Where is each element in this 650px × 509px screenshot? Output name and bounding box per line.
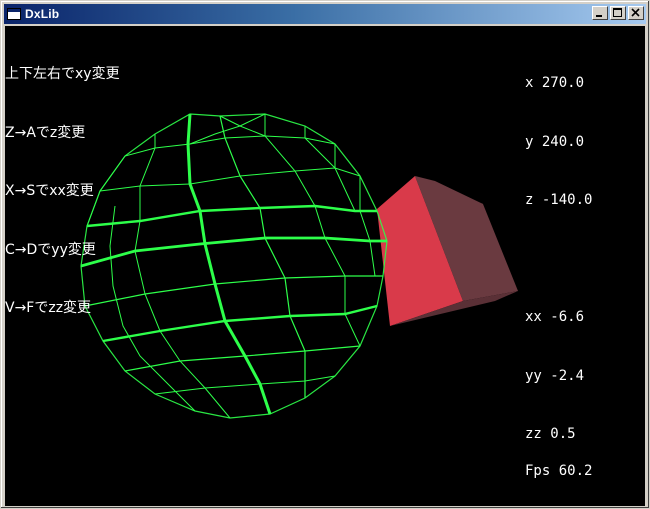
maximize-icon xyxy=(613,8,622,17)
maximize-button[interactable] xyxy=(610,6,626,20)
red-cube xyxy=(377,176,518,326)
app-icon xyxy=(7,8,21,20)
app-window: DxLib 上下左右でxy変更 Z→Aでz変更 X→Sでxx変更 C→Dでyy変… xyxy=(0,0,650,509)
title-bar[interactable]: DxLib xyxy=(4,4,646,24)
render-canvas[interactable]: 上下左右でxy変更 Z→Aでz変更 X→Sでxx変更 C→Dでyy変更 V→Fで… xyxy=(5,26,645,506)
minimize-button[interactable] xyxy=(592,6,608,20)
readout-y: y 240.0 xyxy=(525,133,585,150)
readout-x: x 270.0 xyxy=(525,75,585,91)
readout-yy: yy -2.4 xyxy=(525,367,585,384)
readout-spacer xyxy=(525,250,592,270)
readout-zz: zz 0.5 xyxy=(525,426,576,442)
minimize-icon xyxy=(596,15,602,17)
readout-xx: xx -6.6 xyxy=(525,309,585,325)
help-text: 上下左右でxy変更 Z→Aでz変更 X→Sでxx変更 C→Dでyy変更 V→Fで… xyxy=(5,26,120,358)
help-line-xx: X→Sでxx変更 xyxy=(5,183,94,199)
wireframe-sphere xyxy=(80,113,388,419)
fps-counter: Fps 60.2 xyxy=(525,463,593,479)
help-line-z: Z→Aでz変更 xyxy=(5,124,86,141)
title-buttons xyxy=(590,6,644,20)
readout-z: z -140.0 xyxy=(525,192,593,208)
help-line-zz: V→Fでzz変更 xyxy=(5,300,92,316)
close-button[interactable] xyxy=(628,6,644,20)
close-icon xyxy=(631,8,640,17)
window-title: DxLib xyxy=(25,7,60,21)
coordinate-readout: x 270.0 y 240.0 z -140.0 xx -6.6 yy -2.4… xyxy=(525,35,592,484)
help-line-yy: C→Dでyy変更 xyxy=(5,241,96,258)
help-line-xy: 上下左右でxy変更 xyxy=(5,66,120,82)
